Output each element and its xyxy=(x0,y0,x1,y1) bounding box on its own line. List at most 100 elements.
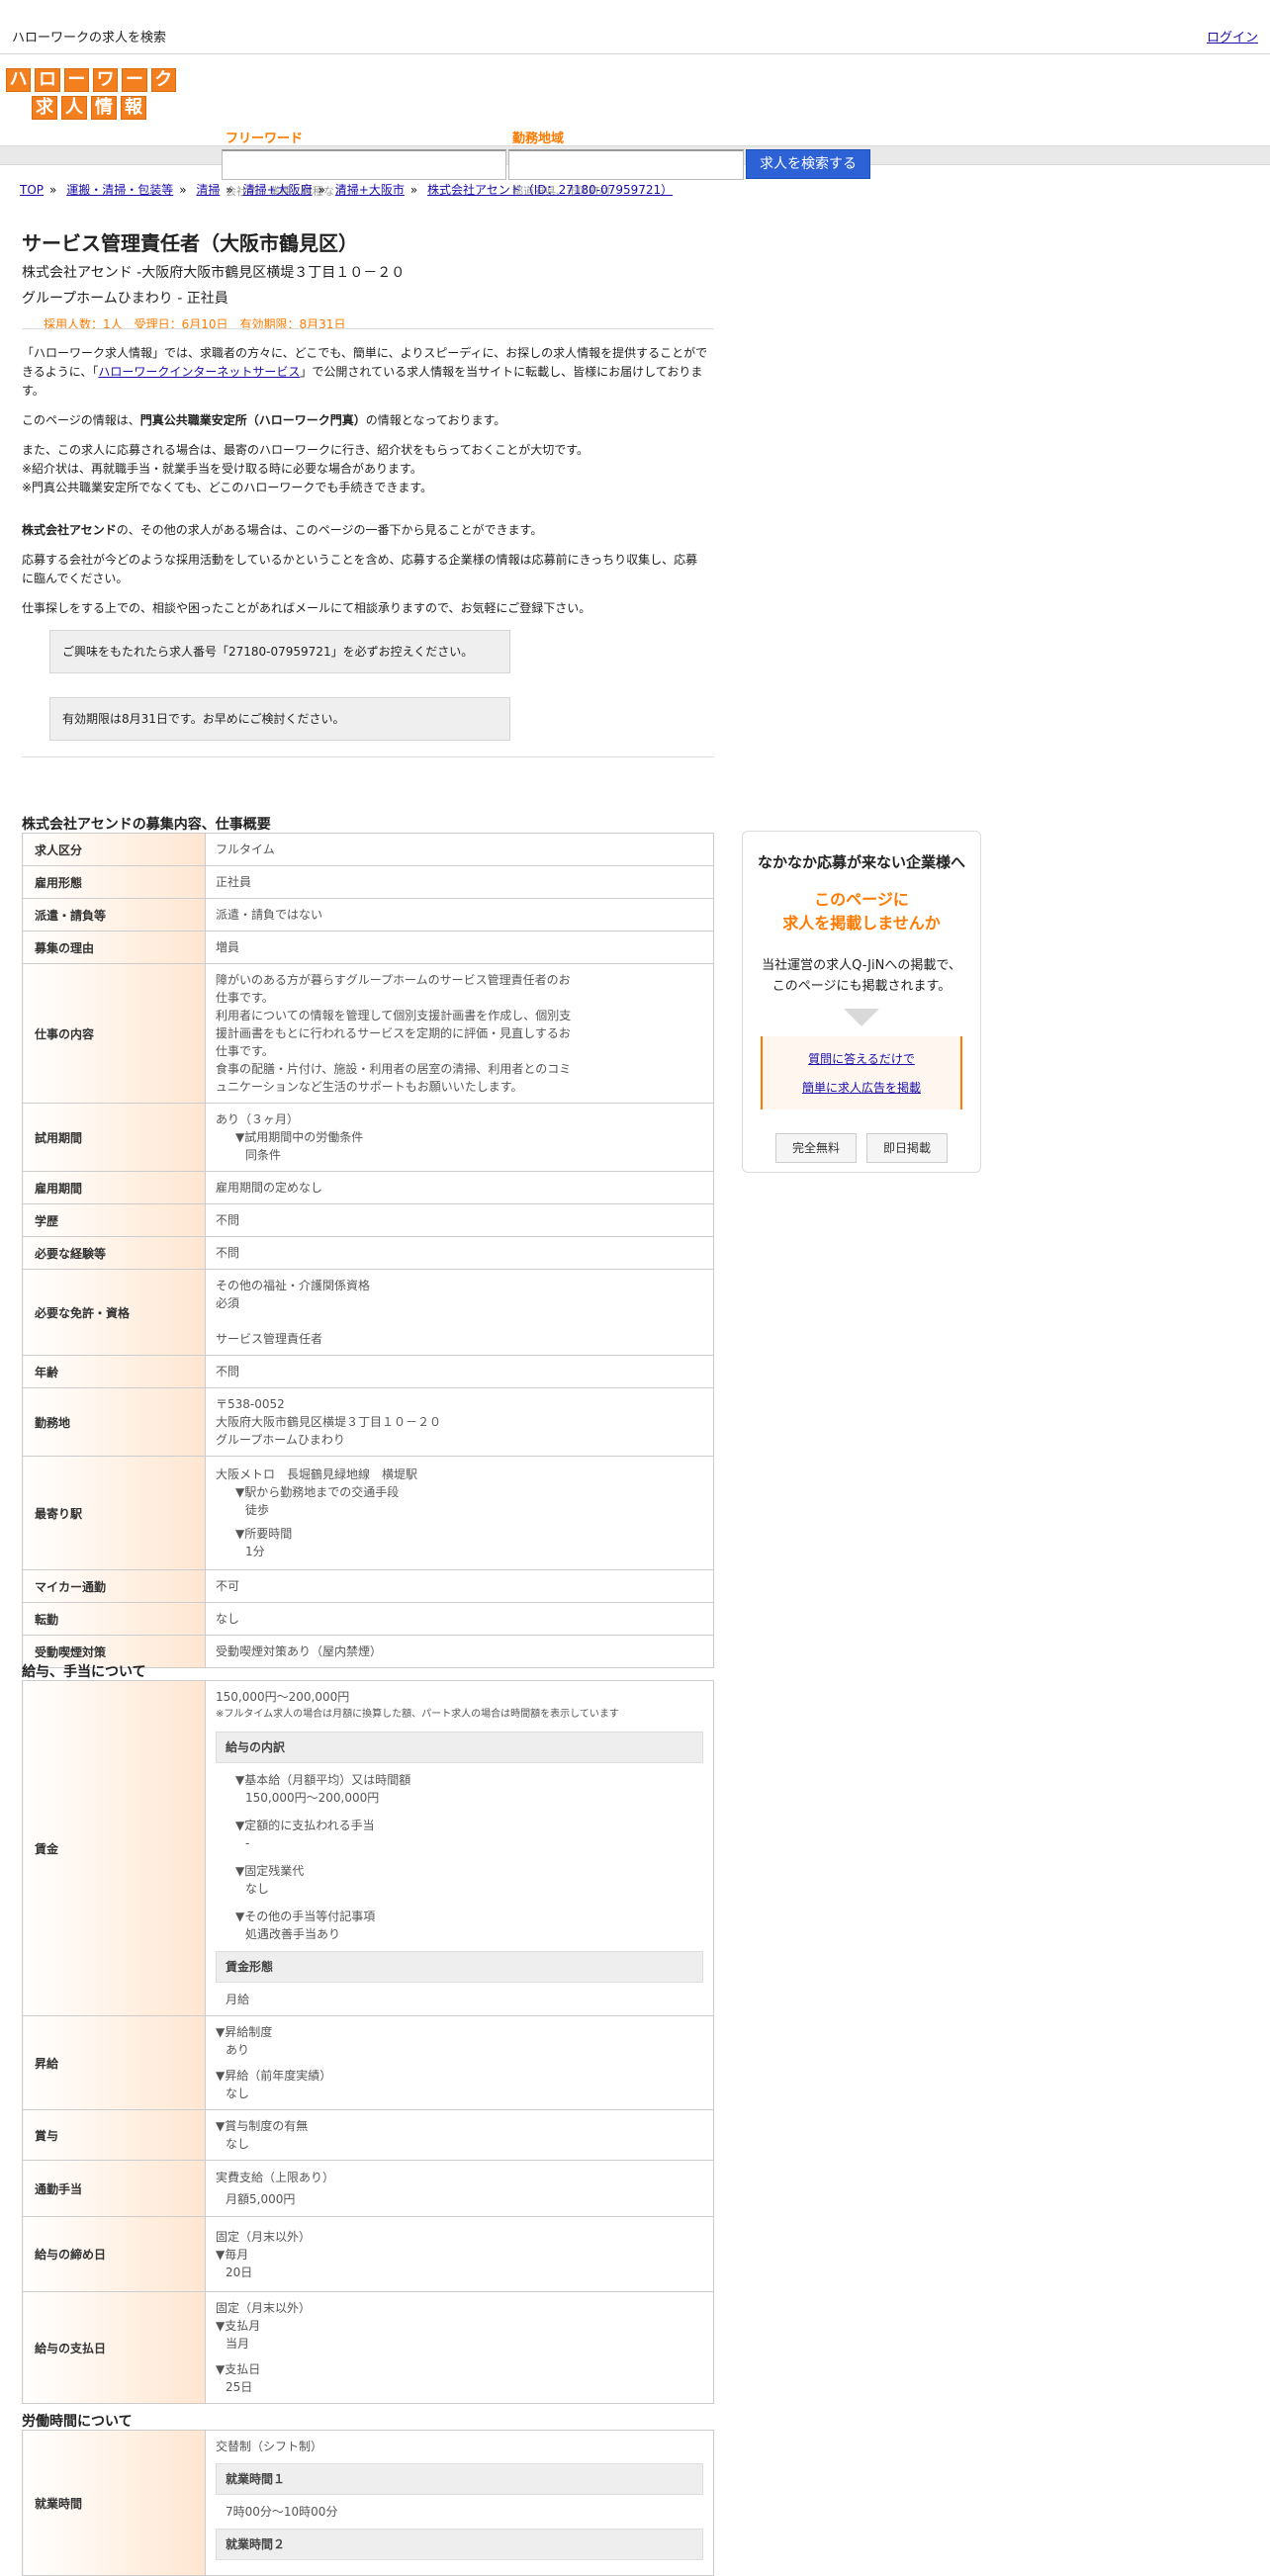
sidebar-title: なかなか応募が来ない企業様へ xyxy=(757,853,965,871)
breadcrumb-cleaning-osaka-city[interactable]: 清掃+大阪市 xyxy=(335,183,405,197)
breadcrumb-cleaning[interactable]: 清掃 xyxy=(196,183,220,197)
notice-job-number: ご興味をもたれたら求人番号「27180-07959721」を必ずお控えください。 xyxy=(49,630,510,673)
row-label: 求人区分 xyxy=(22,833,206,866)
free-word-input[interactable] xyxy=(223,151,509,181)
hellowork-logo[interactable]: ハ ロ ー ワ ー ク 求 人 情 報 xyxy=(6,68,176,120)
breadcrumb-category[interactable]: 運搬・清掃・包装等 xyxy=(66,183,173,197)
hellowork-internet-link[interactable]: ハローワークインターネットサービス xyxy=(98,365,300,379)
table-row: 派遣・請負等 派遣・請負ではない xyxy=(22,898,714,932)
table-row: 昇給 ▼昇給制度 あり ▼昇給（前年度実績） なし xyxy=(22,2015,714,2110)
bonus-line: ▼賞与制度の有無 xyxy=(216,2119,309,2133)
sidebar-link-questions[interactable]: 質問に答えるだけで xyxy=(763,1050,960,1067)
row-label: 賞与 xyxy=(22,2109,206,2161)
office-name: 門真公共職業安定所（ハローワーク門真） xyxy=(139,413,366,427)
work-content: 障がいのある方が暮らすグループホームのサービス管理責任者のお 仕事です。 利用者… xyxy=(205,963,714,1104)
wage-value: 150,000円〜200,000円 ※フルタイム求人の場合は月額に換算した額、パ… xyxy=(205,1680,714,2016)
table-row: 最寄り駅 大阪メトロ 長堀鶴見緑地線 横堤駅 ▼駅から勤務地までの交通手段 徒歩… xyxy=(22,1456,714,1570)
row-label: 雇用形態 xyxy=(22,865,206,899)
station-line: 1分 xyxy=(245,1545,265,1558)
payday-line: ▼支払月 xyxy=(216,2319,261,2333)
trial-line: ▼試用期間中の労働条件 xyxy=(235,1130,364,1144)
hours-sub-title: 就業時間２ xyxy=(216,2529,703,2560)
sidebar-desc-1: 当社運営の求人Q-JiNへの掲載で、 xyxy=(762,958,961,973)
wage-line: ▼定額的に支払われる手当 xyxy=(235,1819,375,1832)
intro-p3c: ※門真公共職業安定所でなくても、どこのハローワークでも手続きできます。 xyxy=(22,481,433,494)
sidebar-link-post-ad[interactable]: 簡単に求人広告を掲載 xyxy=(763,1079,960,1096)
area-input[interactable] xyxy=(509,151,747,181)
row-value: 派遣・請負ではない xyxy=(205,898,714,932)
station-line: ▼所要時間 xyxy=(235,1527,293,1541)
license-line: サービス管理責任者 xyxy=(216,1332,323,1346)
sidebar-headline-1: このページに xyxy=(814,890,909,909)
row-label: 就業時間 xyxy=(22,2430,206,2576)
job-header: サービス管理責任者（大阪市鶴見区） 株式会社アセンド -大阪府大阪市鶴見区横堤３… xyxy=(22,227,405,332)
row-value: 増員 xyxy=(205,931,714,964)
intro-p2: このページの情報は、門真公共職業安定所（ハローワーク門真）の情報となっております… xyxy=(22,411,709,430)
sidebar-desc-2: このページにも掲載されます。 xyxy=(771,979,952,994)
table-row: 年齢 不問 xyxy=(22,1355,714,1388)
wage-range: 150,000円〜200,000円 xyxy=(216,1690,350,1704)
table-row: 賞与 ▼賞与制度の有無 なし xyxy=(22,2109,714,2161)
closing-line: 固定（月末以外） xyxy=(216,2229,312,2244)
closing-line: ▼毎月 xyxy=(216,2247,249,2262)
logo-char: ク xyxy=(150,68,176,92)
logo-char: ハ xyxy=(6,68,32,92)
table-row: 必要な経験等 不問 xyxy=(22,1236,714,1270)
wage-line: 150,000円〜200,000円 xyxy=(245,1791,380,1805)
station-line: 大阪メトロ 長堀鶴見緑地線 横堤駅 xyxy=(216,1467,418,1481)
intro-p5: 応募する会社が今どのような採用活動をしているかということを含め、応募する企業様の… xyxy=(22,553,698,585)
row-value: 不可 xyxy=(205,1569,714,1603)
free-button[interactable]: 完全無料 xyxy=(775,1133,857,1163)
raise-line: なし xyxy=(226,2087,250,2100)
trial-line: あり（３ヶ月） xyxy=(216,1112,300,1126)
row-label: 賃金 xyxy=(22,1680,206,2016)
logo-char: 情 xyxy=(91,96,117,120)
logo-char: ー xyxy=(122,68,147,92)
intro-p1: 「ハローワーク求人情報」では、求職者の方々に、どこでも、簡単に、よりスピーディに… xyxy=(22,344,709,400)
area-field[interactable] xyxy=(508,149,747,181)
row-value: 受動喫煙対策あり（屋内禁煙） xyxy=(205,1635,714,1668)
intro-p6: 仕事探しをする上での、相談や困ったことがあればメールにて相談承りますので、お気軽… xyxy=(22,601,591,615)
wage-line: ▼基本給（月額平均）又は時間額 xyxy=(235,1773,411,1787)
payday-line: 25日 xyxy=(226,2380,253,2394)
row-label: 転勤 xyxy=(22,1602,206,1636)
hours-sub-title: 就業時間１ xyxy=(216,2463,703,2495)
station-line: 徒歩 xyxy=(245,1503,270,1517)
same-day-button[interactable]: 即日掲載 xyxy=(866,1133,948,1163)
table-row: 給与の締め日 固定（月末以外） ▼毎月 20日 xyxy=(22,2216,714,2292)
free-word-field[interactable] xyxy=(222,149,509,181)
breadcrumb: TOP» 運搬・清掃・包装等» 清掃» 清掃+大阪府» 清掃+大阪市» 株式会社… xyxy=(20,183,674,197)
breadcrumb-cleaning-osaka[interactable]: 清掃+大阪府 xyxy=(243,183,313,197)
intro-p3a: また、この求人に応募される場合は、最寄のハローワークに行き、紹介状をもらっておく… xyxy=(22,443,590,457)
raise-line: ▼昇給（前年度実績） xyxy=(216,2069,332,2083)
table-row: 求人区分 フルタイム xyxy=(22,833,714,866)
wage-note: ※フルタイム求人の場合は月額に換算した額、パート求人の場合は時間額を表示していま… xyxy=(216,1709,619,1720)
table-row: 必要な免許・資格 その他の福祉・介護関係資格 必須 サービス管理責任者 xyxy=(22,1269,714,1356)
intro-text: 「ハローワーク求人情報」では、求職者の方々に、どこでも、簡単に、よりスピーディに… xyxy=(22,344,709,629)
breadcrumb-top[interactable]: TOP xyxy=(20,183,44,197)
station-line: ▼駅から勤務地までの交通手段 xyxy=(235,1485,400,1499)
commute-value: 実費支給（上限あり） 月額5,000円 xyxy=(205,2160,714,2217)
intro-p3b: ※紹介状は、再就職手当・就業手当を受け取る時に必要な場合があります。 xyxy=(22,462,422,476)
logo-row-2: 求 人 情 報 xyxy=(32,96,176,120)
hours-value: 交替制（シフト制） 就業時間１ 7時00分〜10時00分 就業時間２ xyxy=(205,2430,714,2576)
row-label: マイカー通勤 xyxy=(22,1569,206,1603)
work-line: 仕事です。 xyxy=(216,991,274,1005)
place-line: 大阪府大阪市鶴見区横堤３丁目１０－２０ xyxy=(216,1415,442,1429)
place-line: 〒538-0052 xyxy=(216,1397,285,1411)
row-value: 不問 xyxy=(205,1236,714,1270)
intro-p4-post: の、その他の求人がある場合は、このページの一番下から見ることができます。 xyxy=(116,523,543,537)
place-value: 〒538-0052 大阪府大阪市鶴見区横堤３丁目１０－２０ グループホームひまわ… xyxy=(205,1387,714,1457)
wage-line: ▼固定残業代 xyxy=(235,1864,305,1878)
table-row: マイカー通勤 不可 xyxy=(22,1569,714,1603)
login-link[interactable]: ログイン xyxy=(1207,27,1258,45)
search-button[interactable]: 求人を検索する xyxy=(746,149,870,179)
payday-line: ▼支払日 xyxy=(216,2362,261,2376)
trial-line: 同条件 xyxy=(245,1148,282,1162)
work-line: 仕事です。 xyxy=(216,1044,274,1058)
row-label: 年齢 xyxy=(22,1355,206,1388)
sidebar-links: 質問に答えるだけで 簡単に求人広告を掲載 xyxy=(761,1036,962,1110)
breadcrumb-company[interactable]: 株式会社アセンド（ID：27180-07959721） xyxy=(427,183,673,197)
table-row: 転勤 なし xyxy=(22,1602,714,1636)
divider xyxy=(22,328,714,329)
